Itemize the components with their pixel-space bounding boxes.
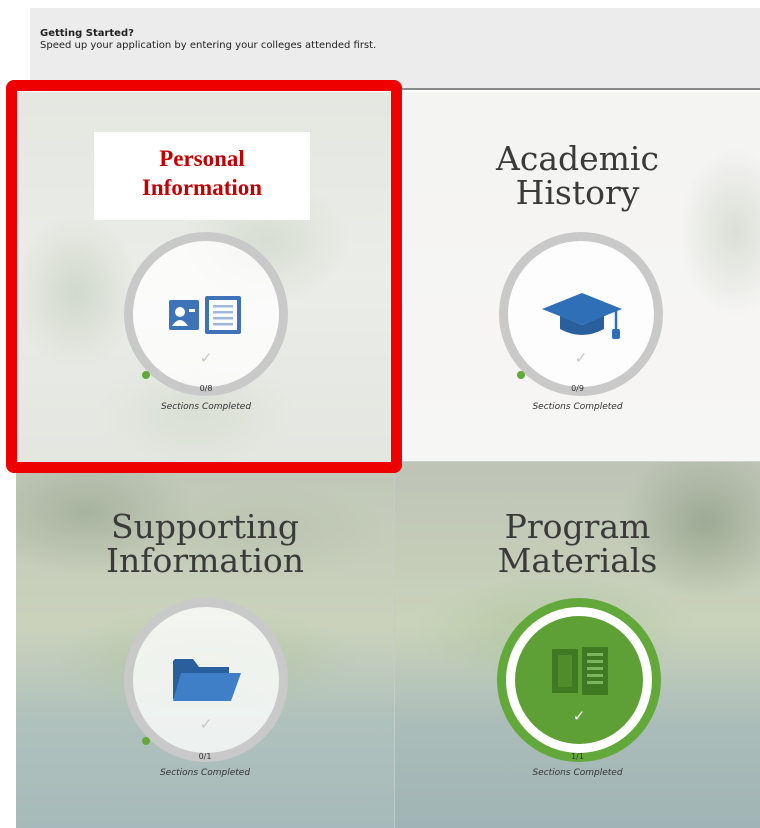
progress-ring-complete: ✓ [497, 598, 661, 762]
tile-title-line-1: Program [504, 507, 651, 546]
book-icon [550, 645, 610, 701]
notice-title: Getting Started? [40, 28, 134, 39]
tile-title-line-1: Academic [496, 139, 659, 178]
tile-title-line-1: Supporting [111, 507, 299, 546]
tile-title-line-2: Information [105, 541, 305, 580]
sections-count: 1/1 [571, 752, 584, 761]
sections-completed-label: Sections Completed [532, 768, 623, 778]
application-sections-grid: Personal Information ✓ 0/8 Sections Comp… [16, 92, 760, 828]
tile-personal-information[interactable]: Personal Information ✓ 0/8 Sections Comp… [16, 92, 396, 462]
tile-title-line-1: Personal [159, 146, 245, 171]
sections-completed-label: Sections Completed [532, 402, 623, 412]
sections-completed-label: Sections Completed [159, 768, 251, 778]
tile-title: Supporting Information [16, 510, 394, 578]
id-card-icon [169, 296, 243, 338]
check-icon: ✓ [199, 349, 213, 367]
tile-program-materials[interactable]: Program Materials ✓ 1/1 Sections Complet… [394, 462, 760, 828]
check-icon: ✓ [574, 349, 588, 367]
check-icon: ✓ [199, 715, 213, 733]
sections-count: 0/8 [199, 384, 213, 393]
progress-ring: ✓ [124, 232, 288, 396]
sections-count: 0/9 [571, 384, 584, 393]
getting-started-notice: Getting Started? Speed up your applicati… [30, 8, 760, 90]
tile-title: Program Materials [395, 510, 760, 578]
notice-body: Speed up your application by entering yo… [40, 40, 377, 51]
progress-ring: ✓ [124, 598, 288, 762]
check-icon: ✓ [572, 707, 586, 725]
folder-icon [171, 655, 243, 707]
sections-count: 0/1 [198, 752, 212, 761]
tile-academic-history[interactable]: Academic History ✓ 0/9 Sections Complete… [394, 92, 760, 462]
tile-title-line-2: Materials [497, 541, 658, 580]
tile-title-line-2: Information [141, 175, 263, 200]
graduation-cap-icon [540, 291, 624, 345]
personal-information-label: Personal Information [94, 132, 310, 220]
tile-supporting-information[interactable]: Supporting Information ✓ 0/1 Sections Co… [16, 462, 394, 828]
progress-ring: ✓ [499, 232, 663, 396]
progress-dot [517, 371, 525, 379]
progress-dot [142, 371, 150, 379]
tile-title-line-2: History [515, 173, 640, 212]
sections-completed-label: Sections Completed [160, 402, 252, 412]
progress-dot [142, 737, 150, 745]
tile-title: Academic History [395, 142, 760, 210]
